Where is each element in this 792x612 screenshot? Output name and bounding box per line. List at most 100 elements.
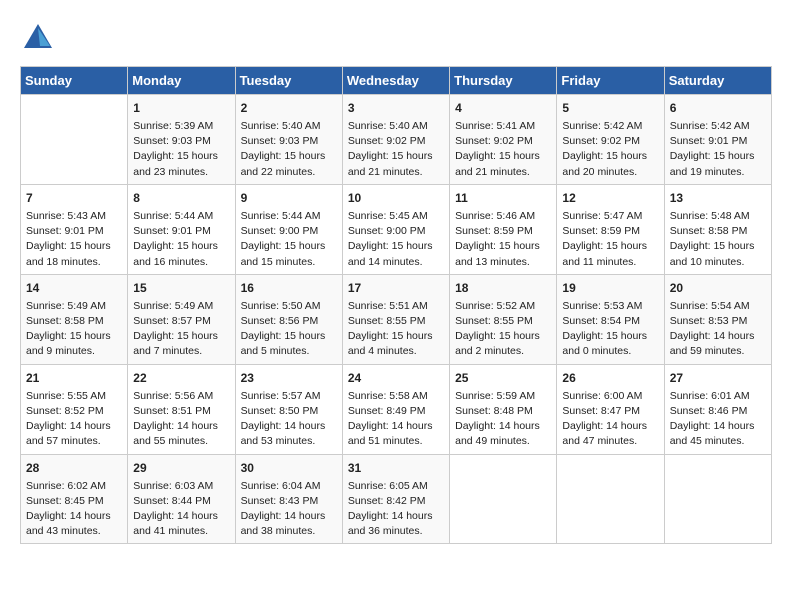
calendar-cell: 3 Sunrise: 5:40 AM Sunset: 9:02 PM Daylig… bbox=[342, 95, 449, 185]
day-number: 5 bbox=[562, 99, 658, 117]
day-number: 22 bbox=[133, 369, 229, 387]
cell-content: Sunrise: 5:44 AM Sunset: 9:00 PM Dayligh… bbox=[241, 209, 337, 270]
calendar-cell: 27 Sunrise: 6:01 AM Sunset: 8:46 PM Dayli… bbox=[664, 364, 771, 454]
cell-content: Sunrise: 5:58 AM Sunset: 8:49 PM Dayligh… bbox=[348, 389, 444, 450]
calendar-week-row: 21Sunrise: 5:55 AM Sunset: 8:52 PM Dayli… bbox=[21, 364, 772, 454]
cell-content: Sunrise: 6:00 AM Sunset: 8:47 PM Dayligh… bbox=[562, 389, 658, 450]
calendar-cell: 13 Sunrise: 5:48 AM Sunset: 8:58 PM Dayli… bbox=[664, 184, 771, 274]
calendar-cell bbox=[557, 454, 664, 544]
cell-content: Sunrise: 5:40 AM Sunset: 9:02 PM Dayligh… bbox=[348, 119, 444, 180]
cell-content: Sunrise: 6:05 AM Sunset: 8:42 PM Dayligh… bbox=[348, 479, 444, 540]
calendar-cell: 23 Sunrise: 5:57 AM Sunset: 8:50 PM Dayli… bbox=[235, 364, 342, 454]
day-number: 12 bbox=[562, 189, 658, 207]
cell-content: Sunrise: 5:41 AM Sunset: 9:02 PM Dayligh… bbox=[455, 119, 551, 180]
calendar-cell: 17 Sunrise: 5:51 AM Sunset: 8:55 PM Dayli… bbox=[342, 274, 449, 364]
cell-content: Sunrise: 6:01 AM Sunset: 8:46 PM Dayligh… bbox=[670, 389, 766, 450]
day-number: 31 bbox=[348, 459, 444, 477]
cell-content: Sunrise: 5:51 AM Sunset: 8:55 PM Dayligh… bbox=[348, 299, 444, 360]
day-number: 18 bbox=[455, 279, 551, 297]
cell-content: Sunrise: 5:54 AM Sunset: 8:53 PM Dayligh… bbox=[670, 299, 766, 360]
cell-content: Sunrise: 5:39 AM Sunset: 9:03 PM Dayligh… bbox=[133, 119, 229, 180]
calendar-cell bbox=[664, 454, 771, 544]
day-number: 3 bbox=[348, 99, 444, 117]
day-number: 14 bbox=[26, 279, 122, 297]
cell-content: Sunrise: 5:57 AM Sunset: 8:50 PM Dayligh… bbox=[241, 389, 337, 450]
day-number: 20 bbox=[670, 279, 766, 297]
cell-content: Sunrise: 6:02 AM Sunset: 8:45 PM Dayligh… bbox=[26, 479, 122, 540]
day-header-friday: Friday bbox=[557, 67, 664, 95]
calendar-cell: 7Sunrise: 5:43 AM Sunset: 9:01 PM Daylig… bbox=[21, 184, 128, 274]
day-number: 23 bbox=[241, 369, 337, 387]
calendar-cell: 19 Sunrise: 5:53 AM Sunset: 8:54 PM Dayli… bbox=[557, 274, 664, 364]
calendar-cell: 25 Sunrise: 5:59 AM Sunset: 8:48 PM Dayli… bbox=[450, 364, 557, 454]
cell-content: Sunrise: 5:53 AM Sunset: 8:54 PM Dayligh… bbox=[562, 299, 658, 360]
calendar-week-row: 7Sunrise: 5:43 AM Sunset: 9:01 PM Daylig… bbox=[21, 184, 772, 274]
calendar-week-row: 1 Sunrise: 5:39 AM Sunset: 9:03 PM Daylig… bbox=[21, 95, 772, 185]
day-number: 17 bbox=[348, 279, 444, 297]
calendar-cell: 10 Sunrise: 5:45 AM Sunset: 9:00 PM Dayli… bbox=[342, 184, 449, 274]
calendar-cell: 28 Sunrise: 6:02 AM Sunset: 8:45 PM Dayli… bbox=[21, 454, 128, 544]
calendar-cell: 4 Sunrise: 5:41 AM Sunset: 9:02 PM Daylig… bbox=[450, 95, 557, 185]
cell-content: Sunrise: 5:44 AM Sunset: 9:01 PM Dayligh… bbox=[133, 209, 229, 270]
calendar-cell: 15Sunrise: 5:49 AM Sunset: 8:57 PM Dayli… bbox=[128, 274, 235, 364]
day-header-monday: Monday bbox=[128, 67, 235, 95]
cell-content: Sunrise: 5:56 AM Sunset: 8:51 PM Dayligh… bbox=[133, 389, 229, 450]
calendar-cell: 30Sunrise: 6:04 AM Sunset: 8:43 PM Dayli… bbox=[235, 454, 342, 544]
day-header-sunday: Sunday bbox=[21, 67, 128, 95]
day-header-wednesday: Wednesday bbox=[342, 67, 449, 95]
calendar-cell: 2 Sunrise: 5:40 AM Sunset: 9:03 PM Daylig… bbox=[235, 95, 342, 185]
calendar-cell: 21Sunrise: 5:55 AM Sunset: 8:52 PM Dayli… bbox=[21, 364, 128, 454]
calendar-cell bbox=[450, 454, 557, 544]
cell-content: Sunrise: 5:48 AM Sunset: 8:58 PM Dayligh… bbox=[670, 209, 766, 270]
day-number: 21 bbox=[26, 369, 122, 387]
day-number: 29 bbox=[133, 459, 229, 477]
calendar-cell: 31 Sunrise: 6:05 AM Sunset: 8:42 PM Dayli… bbox=[342, 454, 449, 544]
calendar-cell: 5Sunrise: 5:42 AM Sunset: 9:02 PM Daylig… bbox=[557, 95, 664, 185]
logo bbox=[20, 20, 60, 56]
day-number: 13 bbox=[670, 189, 766, 207]
cell-content: Sunrise: 5:47 AM Sunset: 8:59 PM Dayligh… bbox=[562, 209, 658, 270]
cell-content: Sunrise: 5:40 AM Sunset: 9:03 PM Dayligh… bbox=[241, 119, 337, 180]
calendar-cell: 16Sunrise: 5:50 AM Sunset: 8:56 PM Dayli… bbox=[235, 274, 342, 364]
day-number: 8 bbox=[133, 189, 229, 207]
day-number: 27 bbox=[670, 369, 766, 387]
day-number: 6 bbox=[670, 99, 766, 117]
day-number: 4 bbox=[455, 99, 551, 117]
day-header-thursday: Thursday bbox=[450, 67, 557, 95]
day-number: 2 bbox=[241, 99, 337, 117]
cell-content: Sunrise: 5:49 AM Sunset: 8:58 PM Dayligh… bbox=[26, 299, 122, 360]
calendar-cell: 8 Sunrise: 5:44 AM Sunset: 9:01 PM Daylig… bbox=[128, 184, 235, 274]
page-header bbox=[20, 20, 772, 56]
calendar-cell: 11Sunrise: 5:46 AM Sunset: 8:59 PM Dayli… bbox=[450, 184, 557, 274]
calendar-week-row: 28 Sunrise: 6:02 AM Sunset: 8:45 PM Dayli… bbox=[21, 454, 772, 544]
day-number: 26 bbox=[562, 369, 658, 387]
day-number: 10 bbox=[348, 189, 444, 207]
day-number: 7 bbox=[26, 189, 122, 207]
cell-content: Sunrise: 5:45 AM Sunset: 9:00 PM Dayligh… bbox=[348, 209, 444, 270]
calendar-header-row: SundayMondayTuesdayWednesdayThursdayFrid… bbox=[21, 67, 772, 95]
day-number: 19 bbox=[562, 279, 658, 297]
day-header-tuesday: Tuesday bbox=[235, 67, 342, 95]
calendar-cell: 12 Sunrise: 5:47 AM Sunset: 8:59 PM Dayli… bbox=[557, 184, 664, 274]
calendar-week-row: 14 Sunrise: 5:49 AM Sunset: 8:58 PM Dayli… bbox=[21, 274, 772, 364]
calendar-cell bbox=[21, 95, 128, 185]
cell-content: Sunrise: 5:42 AM Sunset: 9:01 PM Dayligh… bbox=[670, 119, 766, 180]
calendar-cell: 9 Sunrise: 5:44 AM Sunset: 9:00 PM Daylig… bbox=[235, 184, 342, 274]
day-number: 30 bbox=[241, 459, 337, 477]
calendar-cell: 22 Sunrise: 5:56 AM Sunset: 8:51 PM Dayli… bbox=[128, 364, 235, 454]
day-number: 24 bbox=[348, 369, 444, 387]
day-number: 15 bbox=[133, 279, 229, 297]
calendar-cell: 26 Sunrise: 6:00 AM Sunset: 8:47 PM Dayli… bbox=[557, 364, 664, 454]
day-header-saturday: Saturday bbox=[664, 67, 771, 95]
calendar-cell: 24 Sunrise: 5:58 AM Sunset: 8:49 PM Dayli… bbox=[342, 364, 449, 454]
day-number: 28 bbox=[26, 459, 122, 477]
cell-content: Sunrise: 5:52 AM Sunset: 8:55 PM Dayligh… bbox=[455, 299, 551, 360]
cell-content: Sunrise: 5:59 AM Sunset: 8:48 PM Dayligh… bbox=[455, 389, 551, 450]
cell-content: Sunrise: 6:03 AM Sunset: 8:44 PM Dayligh… bbox=[133, 479, 229, 540]
day-number: 25 bbox=[455, 369, 551, 387]
cell-content: Sunrise: 5:46 AM Sunset: 8:59 PM Dayligh… bbox=[455, 209, 551, 270]
calendar-table: SundayMondayTuesdayWednesdayThursdayFrid… bbox=[20, 66, 772, 544]
day-number: 9 bbox=[241, 189, 337, 207]
cell-content: Sunrise: 5:50 AM Sunset: 8:56 PM Dayligh… bbox=[241, 299, 337, 360]
day-number: 1 bbox=[133, 99, 229, 117]
